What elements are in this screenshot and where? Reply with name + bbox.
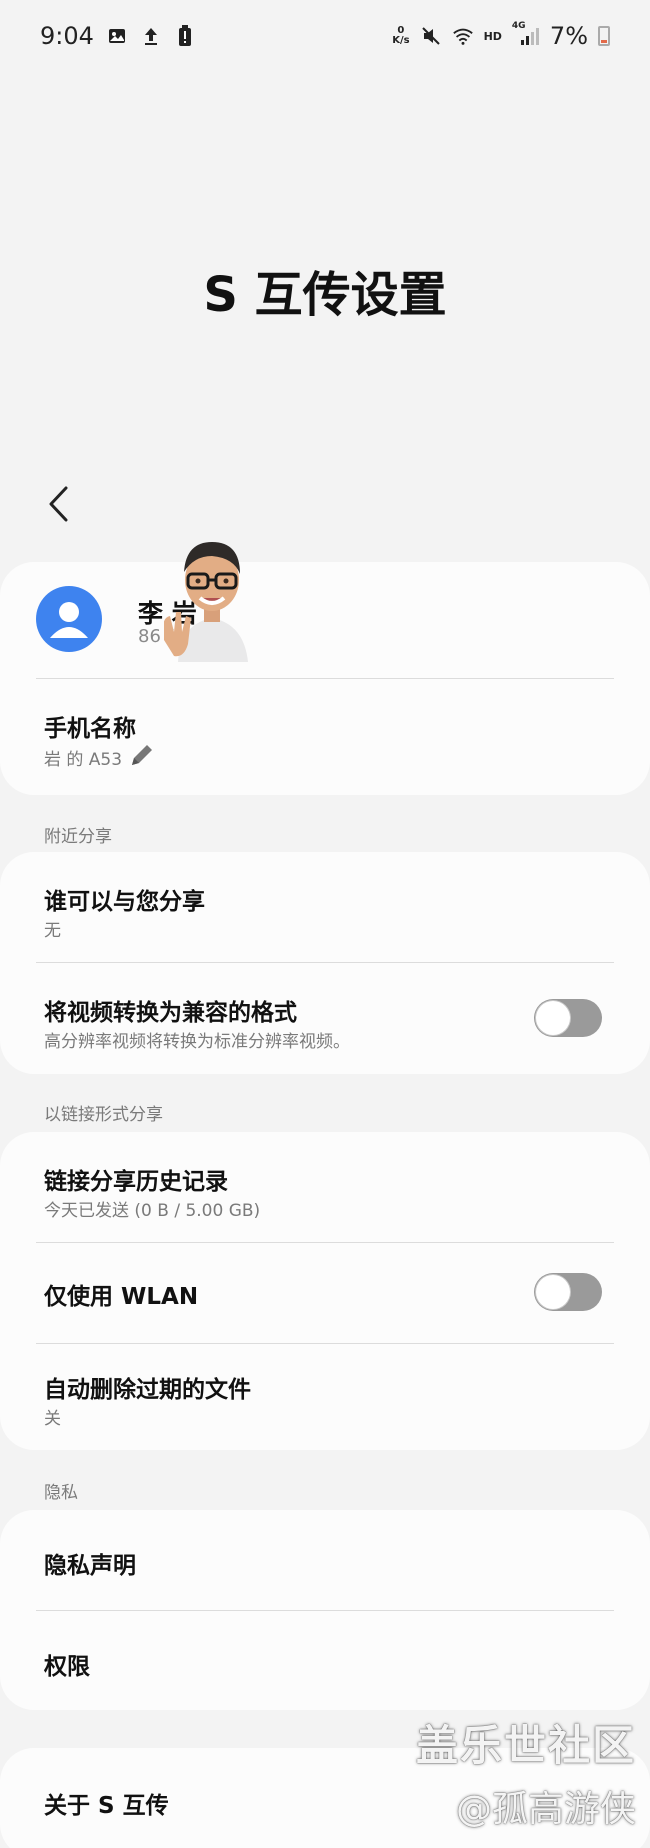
hd-indicator: HD [483, 29, 502, 43]
status-time: 9:04 [40, 22, 94, 50]
pencil-icon[interactable] [128, 741, 156, 769]
watermark-line2: @孤高游侠 [455, 1789, 636, 1830]
status-bar: 9:04 0 K/s HD 4G 7% [0, 0, 650, 72]
privacy-statement-row[interactable]: 隐私声明 [0, 1510, 650, 1610]
permissions-title: 权限 [44, 1654, 90, 1680]
auto-delete-row[interactable]: 自动删除过期的文件 关 [0, 1344, 650, 1450]
profile-row[interactable]: 李 岩 86 1 ... 26 [0, 562, 650, 678]
section-link-share: 以链接形式分享 [44, 1105, 163, 1125]
about-title: 关于 S 互传 [44, 1793, 169, 1819]
watermark-line1: 盖乐世社区 [415, 1721, 636, 1770]
page-title: S 互传设置 [203, 267, 447, 323]
link-history-title: 链接分享历史记录 [44, 1169, 228, 1195]
wlan-only-title: 仅使用 WLAN [44, 1284, 199, 1310]
auto-delete-title: 自动删除过期的文件 [44, 1377, 251, 1403]
wifi-icon [452, 25, 474, 47]
wlan-only-toggle[interactable] [534, 1273, 602, 1311]
chevron-left-icon [49, 486, 68, 522]
device-name-title: 手机名称 [44, 716, 136, 742]
battery-percent: 7% [549, 22, 588, 50]
link-history-subtitle: 今天已发送 (0 B / 5.00 GB) [44, 1201, 261, 1221]
permissions-row[interactable]: 权限 [0, 1611, 650, 1710]
net-speed: 0 K/s [392, 26, 409, 46]
convert-video-subtitle: 高分辨率视频将转换为标准分辨率视频。 [44, 1032, 350, 1052]
wlan-only-row[interactable]: 仅使用 WLAN [0, 1243, 650, 1343]
signal-icon: 4G [512, 21, 540, 47]
convert-video-row[interactable]: 将视频转换为兼容的格式 高分辨率视频将转换为标准分辨率视频。 [0, 963, 650, 1074]
auto-delete-value: 关 [44, 1409, 61, 1429]
link-history-row[interactable]: 链接分享历史记录 今天已发送 (0 B / 5.00 GB) [0, 1132, 650, 1242]
privacy-statement-title: 隐私声明 [44, 1553, 136, 1579]
who-can-share-title: 谁可以与您分享 [44, 889, 205, 915]
battery-alert-icon [174, 25, 196, 47]
memoji-sticker [164, 542, 248, 662]
device-name-value: 岩 的 A53 [44, 750, 123, 770]
upload-icon [140, 25, 162, 47]
avatar [36, 586, 102, 652]
network-type: 4G [511, 21, 526, 31]
back-button[interactable] [38, 480, 78, 528]
section-nearby-share: 附近分享 [44, 827, 112, 847]
who-can-share-row[interactable]: 谁可以与您分享 无 [0, 852, 650, 962]
net-speed-unit: K/s [392, 35, 410, 46]
who-can-share-value: 无 [44, 921, 61, 941]
section-privacy: 隐私 [44, 1483, 78, 1503]
image-icon [106, 25, 128, 47]
convert-video-toggle[interactable] [534, 999, 602, 1037]
battery-icon [598, 26, 610, 46]
mute-icon [420, 25, 442, 47]
convert-video-title: 将视频转换为兼容的格式 [44, 1000, 297, 1026]
device-name-row[interactable]: 手机名称 岩 的 A53 [0, 679, 650, 795]
